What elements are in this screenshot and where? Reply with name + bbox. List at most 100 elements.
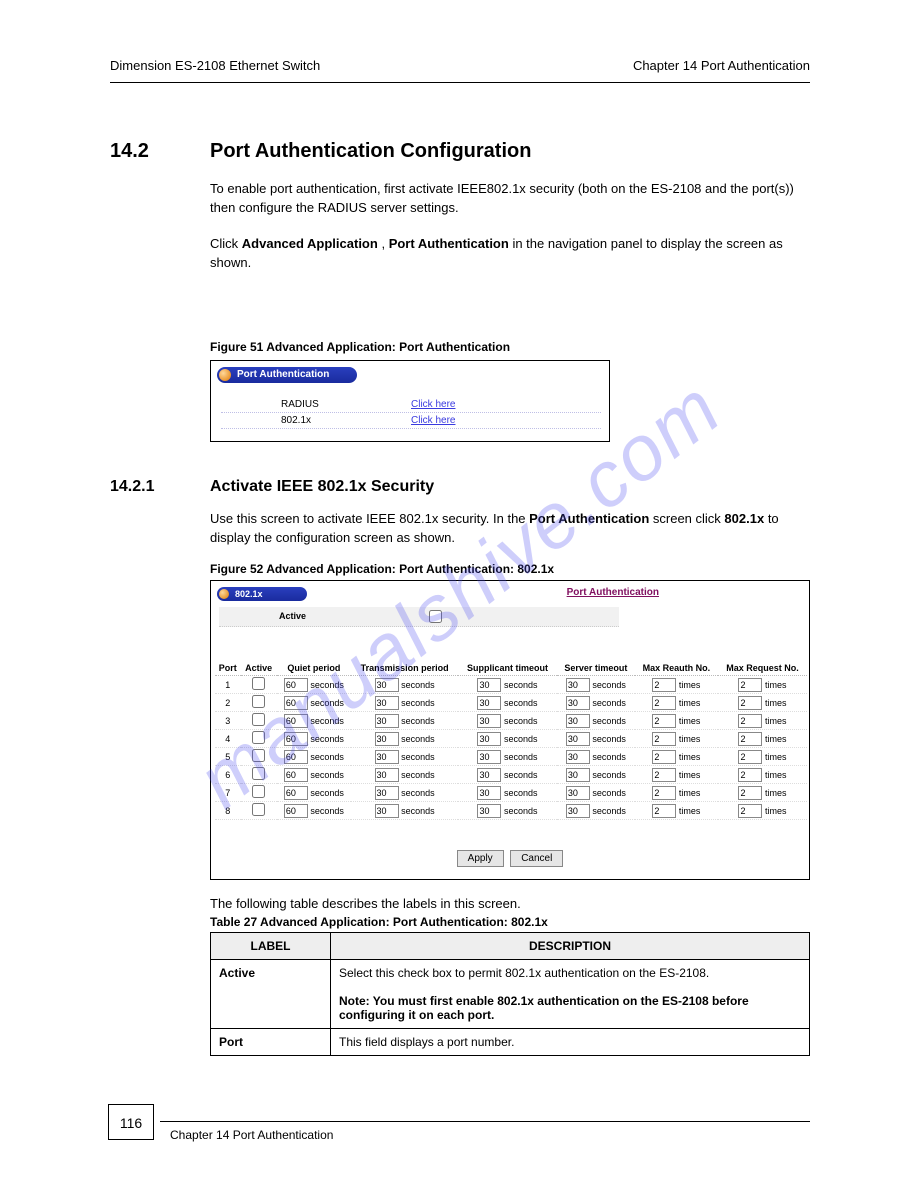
table-row: 5 seconds seconds seconds seconds times …	[215, 748, 807, 766]
unit: seconds	[310, 770, 344, 780]
server-timeout-input[interactable]	[566, 786, 590, 800]
max-reauth-input[interactable]	[652, 714, 676, 728]
server-timeout-input[interactable]	[566, 714, 590, 728]
panel2-title-pill: 802.1x	[217, 587, 307, 601]
unit: seconds	[401, 770, 435, 780]
transmission-period-input[interactable]	[375, 804, 399, 818]
max-reauth-input[interactable]	[652, 786, 676, 800]
port-active-checkbox[interactable]	[252, 713, 265, 726]
apply-button[interactable]: Apply	[457, 850, 504, 867]
server-timeout-input[interactable]	[566, 696, 590, 710]
transmission-period-input[interactable]	[375, 696, 399, 710]
transmission-period-input[interactable]	[375, 768, 399, 782]
supplicant-timeout-input[interactable]	[477, 750, 501, 764]
transmission-period-input[interactable]	[375, 714, 399, 728]
unit: seconds	[401, 752, 435, 762]
unit: seconds	[592, 734, 626, 744]
unit: seconds	[401, 716, 435, 726]
global-active-label: Active	[279, 611, 306, 621]
unit: times	[765, 734, 787, 744]
supplicant-timeout-input[interactable]	[477, 732, 501, 746]
max-reauth-input[interactable]	[652, 732, 676, 746]
max-request-input[interactable]	[738, 786, 762, 800]
table-row: 3 seconds seconds seconds seconds times …	[215, 712, 807, 730]
radius-link[interactable]: Click here	[411, 399, 455, 410]
transmission-period-input[interactable]	[375, 732, 399, 746]
supplicant-timeout-input[interactable]	[477, 714, 501, 728]
quiet-period-input[interactable]	[284, 732, 308, 746]
breadcrumb-link[interactable]: Port Authentication	[567, 587, 659, 598]
server-timeout-input[interactable]	[566, 804, 590, 818]
quiet-period-input[interactable]	[284, 786, 308, 800]
table-row: 8 seconds seconds seconds seconds times …	[215, 802, 807, 820]
cancel-button[interactable]: Cancel	[510, 850, 563, 867]
max-request-input[interactable]	[738, 768, 762, 782]
supplicant-timeout-input[interactable]	[477, 768, 501, 782]
server-timeout-input[interactable]	[566, 678, 590, 692]
unit: seconds	[504, 734, 538, 744]
link-row-8021x: 802.1x Click here	[221, 415, 601, 429]
t: Port Authentication	[389, 236, 509, 251]
quiet-period-input[interactable]	[284, 750, 308, 764]
transmission-period-input[interactable]	[375, 678, 399, 692]
unit: seconds	[592, 680, 626, 690]
max-reauth-input[interactable]	[652, 678, 676, 692]
row-active-label: Active	[211, 960, 331, 1029]
port-active-checkbox[interactable]	[252, 785, 265, 798]
server-timeout-input[interactable]	[566, 768, 590, 782]
quiet-period-input[interactable]	[284, 804, 308, 818]
supplicant-timeout-input[interactable]	[477, 696, 501, 710]
unit: seconds	[310, 734, 344, 744]
transmission-period-input[interactable]	[375, 750, 399, 764]
8021x-link[interactable]: Click here	[411, 415, 455, 426]
max-reauth-input[interactable]	[652, 750, 676, 764]
quiet-period-input[interactable]	[284, 696, 308, 710]
supplicant-timeout-input[interactable]	[477, 804, 501, 818]
supplicant-timeout-input[interactable]	[477, 786, 501, 800]
max-request-input[interactable]	[738, 750, 762, 764]
quiet-period-input[interactable]	[284, 678, 308, 692]
transmission-period-input[interactable]	[375, 786, 399, 800]
port-cell: 4	[215, 730, 241, 748]
port-active-checkbox[interactable]	[252, 767, 265, 780]
t: Advanced Application	[242, 236, 378, 251]
max-reauth-input[interactable]	[652, 696, 676, 710]
port-active-checkbox[interactable]	[252, 731, 265, 744]
t: Port Authentication	[529, 511, 649, 526]
port-active-checkbox[interactable]	[252, 695, 265, 708]
figure-51-panel: Port Authentication RADIUS Click here 80…	[210, 360, 610, 442]
t: 802.1x	[724, 511, 764, 526]
max-request-input[interactable]	[738, 714, 762, 728]
max-request-input[interactable]	[738, 696, 762, 710]
table-row: 2 seconds seconds seconds seconds times …	[215, 694, 807, 712]
global-active-checkbox[interactable]	[429, 610, 442, 623]
max-request-input[interactable]	[738, 732, 762, 746]
port-active-checkbox[interactable]	[252, 677, 265, 690]
quiet-period-input[interactable]	[284, 768, 308, 782]
max-reauth-input[interactable]	[652, 804, 676, 818]
unit: times	[679, 752, 701, 762]
server-timeout-input[interactable]	[566, 750, 590, 764]
figure-52-caption: Figure 52 Advanced Application: Port Aut…	[210, 562, 554, 576]
server-timeout-input[interactable]	[566, 732, 590, 746]
supplicant-timeout-input[interactable]	[477, 678, 501, 692]
unit: seconds	[592, 806, 626, 816]
port-active-checkbox[interactable]	[252, 803, 265, 816]
max-reauth-input[interactable]	[652, 768, 676, 782]
max-request-input[interactable]	[738, 804, 762, 818]
subsection-paragraph: Use this screen to activate IEEE 802.1x …	[210, 510, 810, 548]
unit: times	[765, 770, 787, 780]
unit: times	[765, 716, 787, 726]
unit: seconds	[504, 770, 538, 780]
max-request-input[interactable]	[738, 678, 762, 692]
footer-rule	[160, 1121, 810, 1122]
click-line: Click Advanced Application , Port Authen…	[210, 235, 810, 273]
unit: times	[679, 734, 701, 744]
table-27-caption: Table 27 Advanced Application: Port Auth…	[210, 915, 548, 929]
port-active-checkbox[interactable]	[252, 749, 265, 762]
column-header: Active	[241, 661, 277, 676]
port-cell: 5	[215, 748, 241, 766]
column-header: Transmission period	[351, 661, 458, 676]
quiet-period-input[interactable]	[284, 714, 308, 728]
table-intro: The following table describes the labels…	[210, 895, 810, 914]
